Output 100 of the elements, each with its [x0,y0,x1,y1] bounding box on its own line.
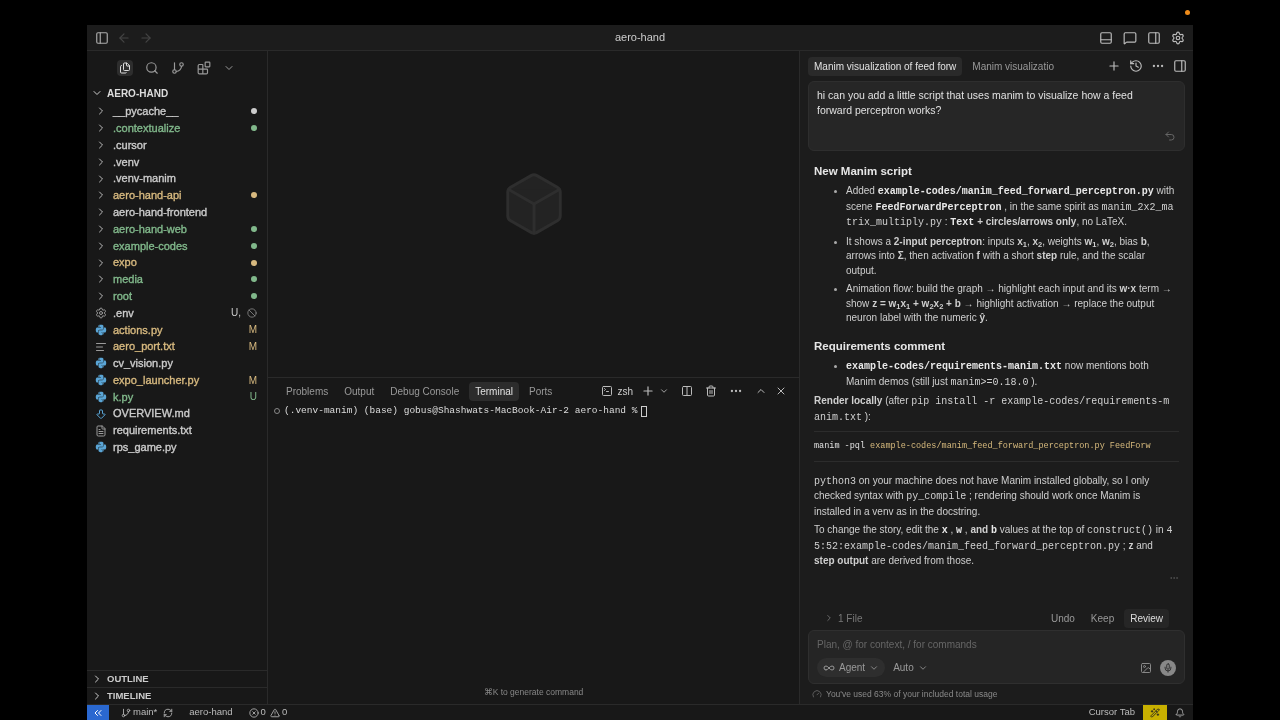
section-heading: Requirements comment [814,338,946,354]
panel-tab[interactable]: Output [338,381,381,401]
tree-item[interactable]: aero_port.txt M [87,338,267,355]
terminal-icon[interactable] [601,385,614,397]
model-dropdown[interactable]: Auto [893,660,928,675]
tree-item[interactable]: root [87,287,267,305]
add-icon[interactable] [641,384,655,398]
section-heading: New Manim script [814,164,913,179]
git-status-label: U [249,390,257,405]
tree-item[interactable]: .venv-manim [87,170,267,187]
panel-tab[interactable]: Terminal [469,381,519,401]
chat-tab[interactable]: Manim visualizatio [966,56,1060,76]
tree-item[interactable]: cv_vision.py [87,354,267,372]
search-icon[interactable] [145,61,159,75]
paragraph-text: To change the story, edit the x , w , and b values at the top of construct() in 45:52:example-codes/manim_feed_forward_perceptron.py ; z and step output are derived from those. [814,523,1174,569]
error-icon[interactable] [248,707,259,718]
prompt-field[interactable]: Plan, @ for context, / for commands [817,637,1176,652]
microphone-button[interactable] [1160,659,1176,676]
shell-name[interactable]: zsh [617,383,633,399]
tree-item[interactable]: requirements.txt [87,422,267,439]
tree-item[interactable]: OVERVIEW.md [87,405,267,423]
tree-item[interactable]: example-codes [87,237,267,255]
python-file-icon [95,357,107,370]
branch-icon[interactable] [121,707,131,718]
terminal-cursor [641,405,648,417]
chevron-down-icon[interactable] [659,386,669,396]
warning-count[interactable]: 0 [281,705,288,720]
tree-item[interactable]: expo [87,254,267,271]
panel-right-icon[interactable] [1173,59,1187,73]
window-title: aero-hand [614,31,666,44]
bullet-text: It shows a 2-input perceptron: inputs x$_{1}$, x$_{2}$, weights w$_{1}$, w$_{2}$, bias b, arrows into Σ, then activation f with a short step rule, and the scalar output. [846,234,1151,278]
section-header[interactable]: OUTLINE [87,670,267,687]
tree-item[interactable]: k.py U [87,388,267,406]
tree-item[interactable]: aero-hand-frontend [87,203,267,221]
chat-icon[interactable] [1123,30,1137,45]
trash-icon[interactable] [705,385,717,397]
tree-item[interactable]: .env U, [87,304,267,322]
wand-icon [1150,707,1160,718]
settings-icon[interactable] [1171,30,1185,45]
bullet-icon [834,240,837,244]
history-icon[interactable] [1129,59,1143,73]
sidebar-toggle-icon[interactable] [95,30,109,45]
bell-icon[interactable] [1175,707,1185,718]
tree-item[interactable]: aero-hand-web [87,220,267,238]
code-block: manim -pql example-codes/manim_feed_forward_perceptron.py FeedForw [814,431,1179,462]
python-file-icon [95,390,107,403]
text-file-icon [95,424,107,437]
review-action[interactable]: Keep [1084,608,1121,628]
bullet-icon [834,365,837,368]
warning-icon[interactable] [269,707,280,718]
tree-item[interactable]: __pycache__ [87,103,267,120]
tree-item[interactable]: actions.py M [87,321,267,339]
project-name[interactable]: aero-hand [189,705,233,720]
tree-item[interactable]: aero-hand-api [87,187,267,204]
files-icon[interactable] [117,60,133,76]
panel-right-icon[interactable] [1147,30,1161,45]
sync-icon[interactable] [163,707,174,718]
panel-toggle-icon[interactable] [1099,30,1113,45]
bullet-text: example-codes/requirements-manim.txt now mentions both Manim demos (still just manim>=0.18.0 ). [846,359,1150,390]
usage-note: You've used 63% of your included total usage [826,687,998,701]
tree-item[interactable]: .venv [87,153,267,171]
cursor-tab-button[interactable] [1143,705,1167,720]
changed-files[interactable]: 1 File [838,610,1041,626]
tree-item[interactable]: media [87,270,267,288]
cursor-tab-label[interactable]: Cursor Tab [1088,705,1135,720]
error-count[interactable]: 0 [260,705,266,720]
chat-tab[interactable]: Manim visualization of feed forw [808,56,963,76]
review-action[interactable]: Undo [1044,608,1081,628]
markdown-file-icon [95,407,107,420]
microphone-icon [1163,662,1173,673]
python-file-icon [95,441,107,454]
review-action[interactable]: Review [1124,608,1169,628]
gear-icon [95,306,107,319]
extensions-icon[interactable] [197,61,211,75]
bullet-icon [834,190,837,194]
undo-icon[interactable] [1164,130,1176,142]
user-message: hi can you add a little script that uses manim to visualize how a feed forward perceptron works? [817,88,1134,118]
command-hint: ⌘K to generate command [483,687,584,697]
git-status-label: M [248,340,257,355]
panel-tab[interactable]: Problems [280,381,335,401]
tree-item[interactable]: .cursor [87,136,267,154]
source-control-icon[interactable] [171,61,185,75]
git-status-label: U, [231,306,241,321]
bullet-text: Added example-codes/manim_feed_forward_perceptron.py with scene FeedForwardPerceptron , in the same spirit as manim_2x2_matrix_multiply.py : Text + circles/arrows only, no LaTeX. [846,184,1175,231]
tree-item[interactable]: expo_launcher.py M [87,371,267,389]
add-icon[interactable] [1107,59,1121,73]
branch-name[interactable]: main* [133,705,158,720]
tree-item[interactable]: .contextualize [87,119,267,137]
git-status-label: M [248,373,257,388]
remote-button[interactable] [87,705,109,720]
image-icon[interactable] [1140,661,1152,674]
split-icon[interactable] [681,385,693,397]
panel-tab[interactable]: Ports [523,381,559,401]
paragraph-text: python3 on your machine does not have Manim installed globally, so I only checked syntax with py_compile ; rendering should work once Manim is installed in a venv as in the docstring. [814,473,1151,519]
panel-tab[interactable]: Debug Console [384,381,466,401]
chat-input[interactable]: Plan, @ for context, / for commands Agent Auto [808,630,1185,684]
mode-dropdown[interactable]: Agent [817,658,886,677]
tree-item[interactable]: rps_game.py [87,438,267,456]
close-icon[interactable] [775,385,787,397]
folder-root[interactable]: AERO-HAND [107,85,169,101]
